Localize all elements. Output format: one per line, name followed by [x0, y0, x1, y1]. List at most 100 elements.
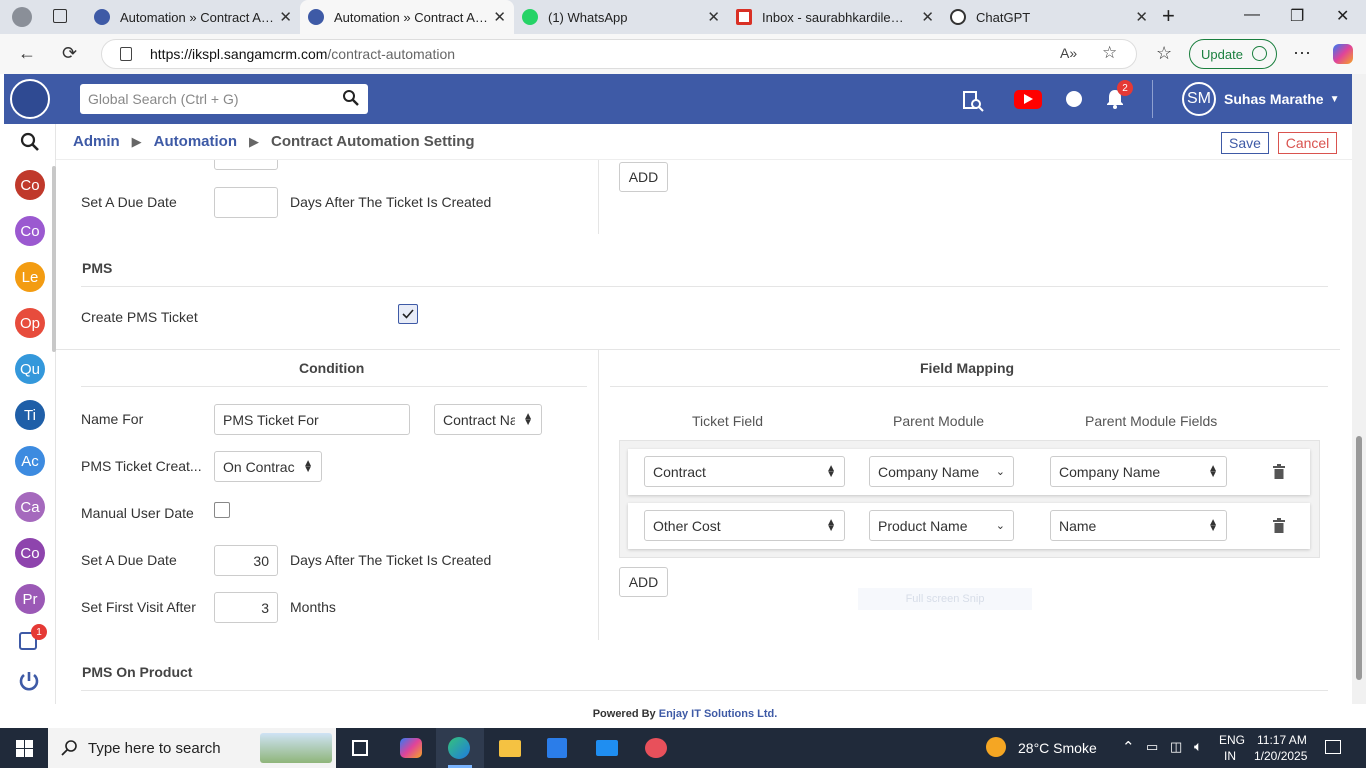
- mapping-add-button[interactable]: ADD: [619, 567, 668, 597]
- breadcrumb-automation[interactable]: Automation: [154, 133, 237, 150]
- sort-arrows-icon: ▲ ▼: [1208, 516, 1218, 534]
- sidebar-item-le[interactable]: Le: [15, 262, 45, 292]
- notification-badge: 2: [1117, 80, 1133, 96]
- user-menu[interactable]: SM Suhas Marathe ▼: [1182, 82, 1340, 116]
- due-date-suffix: Days After The Ticket Is Created: [290, 552, 492, 568]
- store-icon[interactable]: [547, 738, 567, 758]
- sidebar-item-pr[interactable]: Pr: [15, 584, 45, 614]
- back-icon[interactable]: ←: [18, 43, 36, 64]
- sangam-logo-icon[interactable]: [10, 79, 50, 119]
- update-button[interactable]: Update: [1189, 39, 1277, 69]
- language-in[interactable]: IN: [1224, 749, 1236, 763]
- ticket-field-select[interactable]: Other Cost ▲ ▼: [644, 510, 845, 541]
- weather-icon[interactable]: [986, 737, 1006, 757]
- more-menu-icon[interactable]: ⋯: [1293, 43, 1311, 64]
- language-eng[interactable]: ENG: [1219, 733, 1245, 747]
- browser-tab-3[interactable]: (1) WhatsApp ✕: [514, 0, 728, 34]
- name-for-field-select[interactable]: Contract Na ▲ ▼: [434, 404, 542, 435]
- volume-icon[interactable]: 🔈︎: [1194, 738, 1202, 755]
- clock-date[interactable]: 1/20/2025: [1254, 749, 1307, 763]
- browser-tab-2[interactable]: Automation » Contract Automation Setting…: [300, 0, 514, 34]
- network-icon[interactable]: ◫: [1170, 739, 1182, 755]
- close-tab-icon[interactable]: ✕: [921, 8, 934, 26]
- browser-tab-bar: Automation » Contract Automation Setting…: [0, 0, 1366, 34]
- footer-company-link[interactable]: Enjay IT Solutions Ltd.: [659, 708, 778, 720]
- cancel-button[interactable]: Cancel: [1278, 132, 1337, 154]
- sidebar-item-co-2[interactable]: Co: [15, 216, 45, 246]
- tray-chevron-icon[interactable]: ⌃: [1122, 738, 1135, 756]
- restore-icon[interactable]: ❐: [1290, 6, 1304, 26]
- manual-user-date-checkbox[interactable]: [214, 502, 230, 518]
- copilot-taskbar-icon[interactable]: [400, 738, 422, 758]
- page-scrollbar[interactable]: [1352, 74, 1366, 704]
- meet-icon[interactable]: ▭: [1146, 739, 1158, 755]
- close-tab-icon[interactable]: ✕: [1135, 8, 1148, 26]
- copilot-icon[interactable]: [1333, 44, 1353, 64]
- refresh-icon[interactable]: ⟳: [62, 43, 77, 64]
- document-search-icon[interactable]: [962, 90, 984, 112]
- browser-tab-1[interactable]: Automation » Contract Automation Setting…: [86, 0, 300, 34]
- url-field[interactable]: https://ikspl.sangamcrm.com/contract-aut…: [101, 39, 1137, 69]
- sidebar-item-co-1[interactable]: Co: [15, 170, 45, 200]
- profile-avatar[interactable]: [12, 7, 32, 27]
- sidebar-item-ca[interactable]: Ca: [15, 492, 45, 522]
- browser-tab-4[interactable]: Inbox - saurabhkardile@reliance ✕: [728, 0, 942, 34]
- task-view-icon[interactable]: [352, 740, 368, 756]
- breadcrumb-admin[interactable]: Admin: [73, 133, 120, 150]
- parent-module-select[interactable]: Product Name ⌄: [869, 510, 1014, 541]
- parent-module-select[interactable]: Company Name ⌄: [869, 456, 1014, 487]
- browser-tab-5[interactable]: ChatGPT ✕: [942, 0, 1156, 34]
- pms-divider: [81, 286, 1328, 287]
- minimize-icon[interactable]: —: [1244, 6, 1260, 24]
- top-due-input[interactable]: [214, 187, 278, 218]
- search-icon[interactable]: [342, 89, 360, 107]
- close-window-icon[interactable]: ✕: [1336, 6, 1349, 26]
- edge-icon[interactable]: [448, 737, 470, 759]
- due-date-input[interactable]: 30: [214, 545, 278, 576]
- sidebar-item-ac[interactable]: Ac: [15, 446, 45, 476]
- avatar: SM: [1182, 82, 1216, 116]
- parent-field-select[interactable]: Name ▲ ▼: [1050, 510, 1227, 541]
- favorite-star-icon[interactable]: ☆: [1102, 43, 1117, 63]
- whatsapp-icon: [522, 9, 538, 25]
- ticket-field-select[interactable]: Contract ▲ ▼: [644, 456, 845, 487]
- snipping-tool-icon[interactable]: [645, 738, 667, 758]
- close-tab-icon[interactable]: ✕: [493, 8, 506, 26]
- global-search-input[interactable]: Global Search (Ctrl + G): [80, 84, 368, 114]
- scroll-thumb[interactable]: [1356, 436, 1362, 680]
- close-tab-icon[interactable]: ✕: [707, 8, 720, 26]
- top-add-button[interactable]: ADD: [619, 162, 668, 192]
- file-explorer-icon[interactable]: [499, 740, 521, 757]
- trash-icon[interactable]: [1272, 518, 1286, 534]
- name-for-input[interactable]: PMS Ticket For: [214, 404, 410, 435]
- sidebar-item-co-3[interactable]: Co: [15, 538, 45, 568]
- site-info-icon[interactable]: [120, 47, 132, 61]
- sidebar-item-qu[interactable]: Qu: [15, 354, 45, 384]
- sidebar-item-ti[interactable]: Ti: [15, 400, 45, 430]
- sidebar-item-op[interactable]: Op: [15, 308, 45, 338]
- notification-center-icon[interactable]: [1325, 740, 1341, 754]
- youtube-icon[interactable]: [1014, 90, 1042, 109]
- parent-field-select[interactable]: Company Name ▲ ▼: [1050, 456, 1227, 487]
- partial-input[interactable]: [214, 160, 278, 170]
- create-pms-checkbox[interactable]: [398, 304, 418, 324]
- windows-start-icon[interactable]: [16, 740, 33, 757]
- first-visit-input[interactable]: 3: [214, 592, 278, 623]
- tab-actions-icon[interactable]: [53, 9, 67, 23]
- ticket-created-label: PMS Ticket Creat...: [81, 458, 202, 474]
- dashboard-icon[interactable]: [1066, 91, 1082, 107]
- trash-icon[interactable]: [1272, 464, 1286, 480]
- module-sidebar: Co Co Le Op Qu Ti Ac Ca Co Pr 1: [4, 124, 56, 704]
- close-tab-icon[interactable]: ✕: [279, 8, 292, 26]
- save-button[interactable]: Save: [1221, 132, 1269, 154]
- weather-text[interactable]: 28°C Smoke: [1018, 740, 1097, 756]
- clock-time[interactable]: 11:17 AM: [1257, 733, 1307, 747]
- search-icon[interactable]: [20, 132, 40, 152]
- new-tab-icon[interactable]: +: [1162, 3, 1175, 29]
- mail-icon[interactable]: [596, 740, 618, 756]
- favorites-icon[interactable]: ☆: [1156, 43, 1172, 64]
- power-icon[interactable]: [18, 670, 40, 692]
- ticket-created-select[interactable]: On Contrac ▲ ▼: [214, 451, 322, 482]
- taskbar-search-input[interactable]: Type here to search: [48, 728, 336, 768]
- read-aloud-icon[interactable]: A»: [1060, 45, 1077, 61]
